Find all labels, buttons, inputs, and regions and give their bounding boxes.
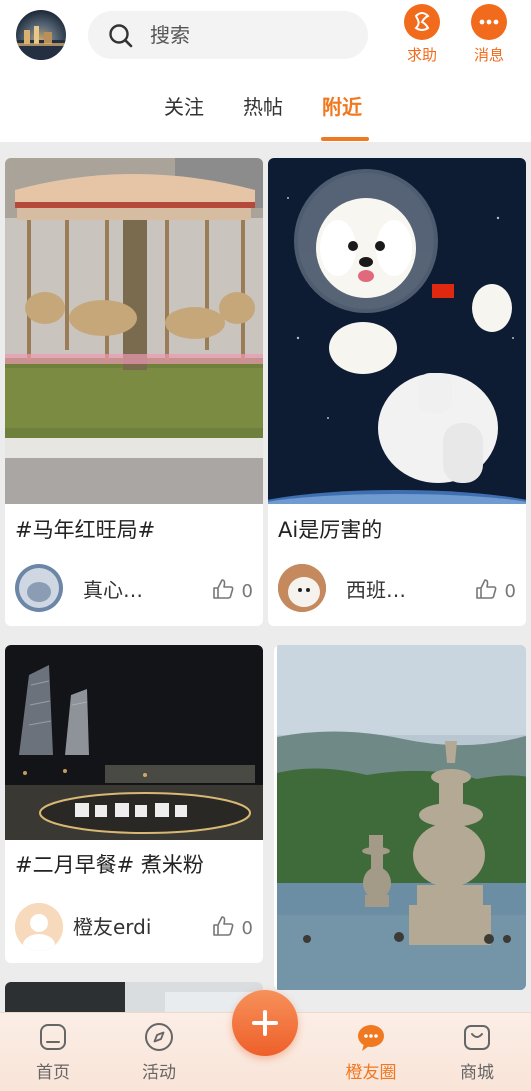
post-image-carousel bbox=[5, 158, 263, 504]
author-avatar[interactable] bbox=[15, 564, 63, 612]
nav-home-label: 首页 bbox=[36, 1063, 70, 1083]
tab-following[interactable]: 关注 bbox=[164, 94, 204, 120]
post-title: Ai是厉害的 bbox=[278, 518, 383, 542]
author-name[interactable]: 西班… bbox=[346, 578, 406, 602]
chat-bubble-icon bbox=[358, 1025, 384, 1051]
post-card[interactable]: #马年红旺局# 真心… 0 bbox=[5, 158, 263, 626]
nav-home[interactable]: 首页 bbox=[18, 1021, 88, 1083]
nav-activity[interactable]: 活动 bbox=[124, 1021, 194, 1083]
message-dots-icon bbox=[471, 4, 507, 40]
post-image-lake-pagodas bbox=[277, 645, 526, 990]
nav-friends-circle[interactable]: 橙友圈 bbox=[336, 1021, 406, 1083]
like-button[interactable]: 0 bbox=[212, 578, 253, 603]
nav-activity-label: 活动 bbox=[142, 1063, 176, 1083]
compass-icon bbox=[145, 1023, 173, 1051]
post-card[interactable] bbox=[274, 645, 526, 990]
shopping-bag-icon bbox=[464, 1025, 490, 1050]
create-post-button[interactable] bbox=[232, 990, 298, 1056]
plus-icon bbox=[252, 1010, 278, 1036]
post-title: #马年红旺局# bbox=[15, 518, 156, 542]
feed-tabs: 关注 热帖 附近 bbox=[0, 94, 531, 134]
like-count: 0 bbox=[241, 581, 253, 602]
author-name[interactable]: 橙友erdi bbox=[73, 915, 151, 939]
user-avatar[interactable] bbox=[16, 10, 66, 60]
author-name[interactable]: 真心… bbox=[83, 578, 143, 602]
help-label: 求助 bbox=[406, 46, 437, 64]
tab-hot[interactable]: 热帖 bbox=[243, 94, 283, 120]
nav-mall[interactable]: 商城 bbox=[442, 1021, 512, 1083]
messages-label: 消息 bbox=[473, 46, 504, 64]
post-card[interactable]: #二月早餐# 煮米粉 橙友erdi 0 bbox=[5, 645, 263, 963]
top-header: 搜索 求助 消息 关注 热帖 附近 bbox=[0, 0, 531, 142]
active-tab-indicator bbox=[321, 137, 369, 141]
nav-friends-circle-label: 橙友圈 bbox=[345, 1063, 397, 1083]
home-icon bbox=[40, 1024, 66, 1050]
thumb-up-icon bbox=[475, 579, 496, 599]
nav-mall-label: 商城 bbox=[460, 1063, 494, 1083]
author-avatar[interactable] bbox=[15, 903, 63, 951]
post-card[interactable]: Ai是厉害的 西班… 0 bbox=[268, 158, 526, 626]
like-button[interactable]: 0 bbox=[475, 578, 516, 603]
thumb-up-icon bbox=[212, 916, 233, 936]
like-button[interactable]: 0 bbox=[212, 915, 253, 940]
help-icon bbox=[404, 4, 440, 40]
help-button[interactable]: 求助 bbox=[400, 4, 444, 64]
thumb-up-icon bbox=[212, 579, 233, 599]
tab-nearby[interactable]: 附近 bbox=[322, 94, 362, 120]
avatar-image bbox=[16, 26, 66, 60]
like-count: 0 bbox=[504, 581, 516, 602]
post-image-night-city bbox=[5, 645, 263, 840]
post-image-astronaut-dog bbox=[268, 158, 526, 504]
author-avatar[interactable] bbox=[278, 564, 326, 612]
search-icon bbox=[109, 24, 133, 48]
search-placeholder: 搜索 bbox=[150, 23, 190, 47]
like-count: 0 bbox=[241, 918, 253, 939]
messages-button[interactable]: 消息 bbox=[467, 4, 511, 64]
post-title: #二月早餐# 煮米粉 bbox=[15, 853, 204, 877]
search-bar[interactable]: 搜索 bbox=[88, 11, 368, 59]
